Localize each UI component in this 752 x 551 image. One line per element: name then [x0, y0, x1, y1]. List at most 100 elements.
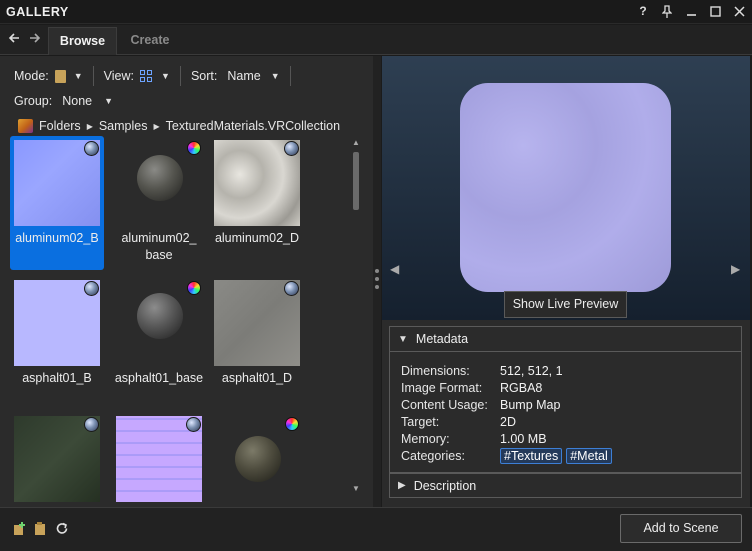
- material-sphere: [137, 155, 183, 201]
- window-title: GALLERY: [6, 5, 69, 19]
- window-controls: ?: [636, 3, 746, 19]
- grid-view-icon: [140, 69, 153, 83]
- previous-arrow-icon[interactable]: ◀: [390, 262, 399, 276]
- breadcrumb-folders[interactable]: Folders: [39, 119, 81, 133]
- maximize-icon[interactable]: [708, 3, 722, 19]
- meta-key: Memory:: [401, 431, 450, 446]
- globe-icon: [284, 141, 299, 156]
- metadata-row: Dimensions: 512, 512, 1: [401, 362, 563, 379]
- group-value: None: [62, 94, 93, 108]
- globe-icon: [186, 417, 201, 432]
- forward-arrow-icon[interactable]: [28, 31, 42, 47]
- globe-icon: [84, 417, 99, 432]
- panel-splitter[interactable]: [373, 56, 381, 507]
- divider: [179, 66, 181, 86]
- sort-dropdown[interactable]: Name ▼: [227, 69, 279, 83]
- asset-label: aluminum02_D: [214, 231, 300, 245]
- collection-icon: [18, 119, 33, 133]
- meta-value: Bump Map: [500, 397, 561, 412]
- view-dropdown[interactable]: ▼: [140, 69, 170, 83]
- grid-scrollbar[interactable]: ▲ ▼: [351, 138, 361, 494]
- breadcrumb-samples[interactable]: Samples: [99, 119, 148, 133]
- chevron-down-icon: ▼: [270, 71, 280, 81]
- asset-tile[interactable]: [210, 412, 304, 506]
- drag-handle-icon[interactable]: [375, 269, 379, 289]
- tab-browse[interactable]: Browse: [48, 27, 117, 55]
- color-wheel-icon: [187, 141, 201, 155]
- sort-label: Sort:: [190, 69, 218, 83]
- divider: [92, 66, 94, 86]
- browse-panel: Mode: ▼ View: ▼ Sort: Name ▼ Group: None…: [0, 56, 373, 507]
- asset-tile[interactable]: [112, 412, 206, 506]
- asset-label: asphalt01_B: [22, 371, 92, 385]
- metadata-row: Content Usage: Bump Map: [401, 396, 560, 413]
- metadata-row: Memory: 1.00 MB: [401, 430, 547, 447]
- mode-label: Mode:: [14, 69, 49, 83]
- chevron-down-icon: ▼: [73, 71, 83, 81]
- asset-label: aluminum02_ base: [121, 231, 197, 262]
- globe-icon: [284, 281, 299, 296]
- show-live-preview-button[interactable]: Show Live Preview: [504, 291, 627, 318]
- meta-value: RGBA8: [500, 380, 543, 395]
- asset-label: asphalt01_D: [221, 371, 293, 385]
- chevron-right-icon: ▶: [86, 121, 93, 131]
- asset-tile[interactable]: aluminum02_ base: [112, 136, 206, 270]
- metadata-header[interactable]: ▼ Metadata: [389, 326, 742, 351]
- chevron-down-icon: ▼: [161, 71, 170, 81]
- categories-list: #Textures #Metal: [500, 447, 616, 464]
- chevron-right-icon: ▶: [398, 480, 406, 491]
- scroll-up-icon[interactable]: ▲: [351, 138, 361, 147]
- add-folder-icon[interactable]: [13, 521, 27, 536]
- tab-create[interactable]: Create: [117, 27, 183, 55]
- category-chip[interactable]: #Metal: [566, 447, 612, 464]
- metadata-row: Categories: #Textures #Metal: [401, 447, 616, 464]
- description-title: Description: [413, 478, 477, 493]
- refresh-icon[interactable]: [55, 521, 69, 536]
- next-arrow-icon[interactable]: ▶: [731, 262, 740, 276]
- description-header[interactable]: ▶ Description: [389, 473, 742, 498]
- close-icon[interactable]: [732, 3, 746, 19]
- breadcrumb-collection[interactable]: TexturedMaterials.VRCollection: [166, 119, 340, 133]
- preview-panel: ◀ ▶ Show Live Preview: [382, 56, 750, 320]
- color-wheel-icon: [187, 281, 201, 295]
- asset-tile[interactable]: [10, 412, 104, 506]
- add-to-scene-button[interactable]: Add to Scene: [620, 514, 742, 543]
- scrollbar-thumb[interactable]: [353, 152, 359, 210]
- chevron-down-icon: ▼: [398, 333, 408, 345]
- meta-key: Content Usage:: [401, 397, 488, 412]
- meta-key: Categories:: [401, 448, 465, 463]
- asset-tile[interactable]: aluminum02_D: [210, 136, 304, 270]
- globe-icon: [84, 141, 99, 156]
- category-chip[interactable]: #Textures: [500, 447, 563, 464]
- minimize-icon[interactable]: [684, 3, 698, 19]
- mode-dropdown[interactable]: ▼: [54, 69, 83, 83]
- metadata-row: Target: 2D: [401, 413, 516, 430]
- divider: [289, 66, 291, 86]
- tab-bar: Browse Create: [0, 25, 752, 55]
- footer-bar: Add to Scene: [0, 507, 752, 551]
- view-options-row: Mode: ▼ View: ▼ Sort: Name ▼: [14, 66, 295, 86]
- scroll-down-icon[interactable]: ▼: [351, 484, 361, 493]
- metadata-row: Image Format: RGBA8: [401, 379, 542, 396]
- pin-icon[interactable]: [660, 3, 674, 19]
- metadata-panel: ▼ Metadata Dimensions: 512, 512, 1 Image…: [382, 320, 750, 507]
- meta-key: Target:: [401, 414, 440, 429]
- breadcrumb: Folders ▶ Samples ▶ TexturedMaterials.VR…: [18, 117, 340, 135]
- chevron-down-icon: ▼: [104, 96, 114, 106]
- folder-icon: [54, 69, 66, 83]
- material-sphere: [137, 293, 183, 339]
- group-dropdown[interactable]: None ▼: [62, 94, 113, 108]
- meta-value: 2D: [500, 414, 516, 429]
- asset-tile[interactable]: asphalt01_D: [210, 276, 304, 410]
- back-arrow-icon[interactable]: [7, 31, 21, 47]
- preview-image: [460, 83, 671, 292]
- help-icon[interactable]: ?: [636, 3, 650, 19]
- group-label: Group:: [14, 94, 53, 108]
- asset-tile[interactable]: asphalt01_B: [10, 276, 104, 410]
- asset-tile[interactable]: aluminum02_B: [10, 136, 104, 270]
- material-sphere: [235, 436, 281, 482]
- meta-value: 1.00 MB: [500, 431, 547, 446]
- folder-icon[interactable]: [34, 521, 48, 536]
- sort-value: Name: [227, 69, 261, 83]
- asset-tile[interactable]: asphalt01_base: [112, 276, 206, 410]
